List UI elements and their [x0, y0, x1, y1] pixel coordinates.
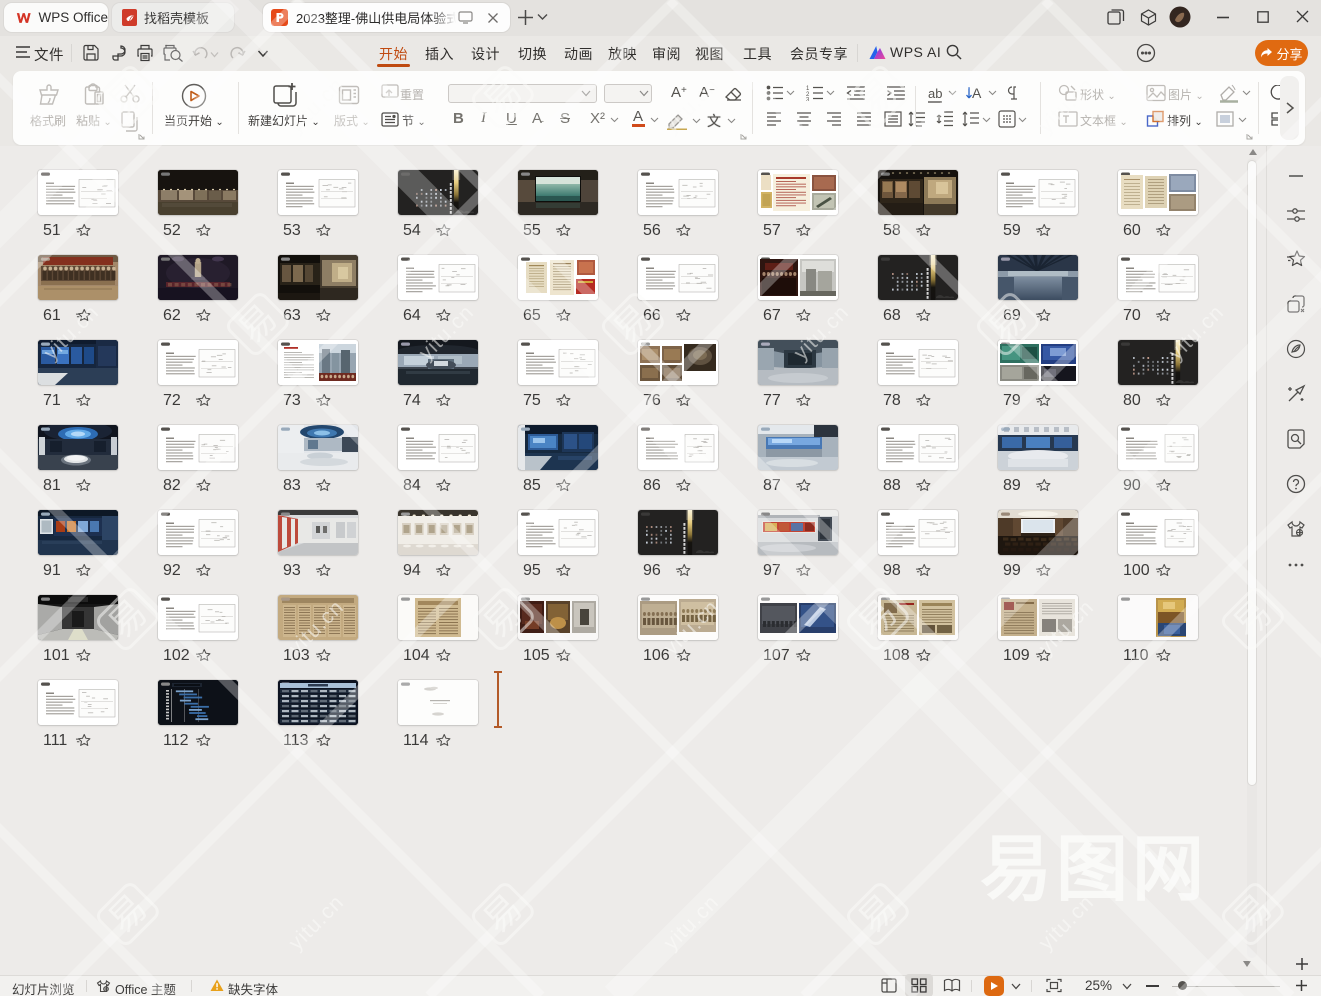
svg-text:3: 3	[806, 98, 810, 102]
svg-text:A: A	[972, 85, 982, 101]
